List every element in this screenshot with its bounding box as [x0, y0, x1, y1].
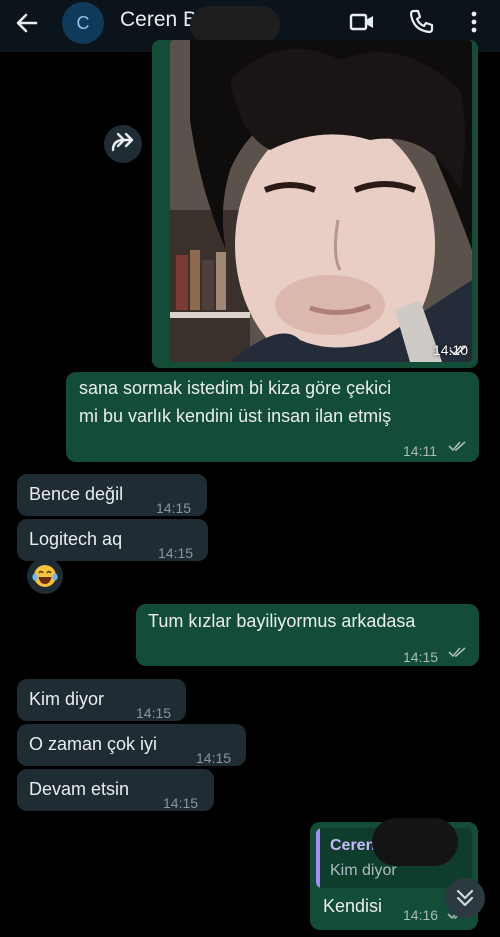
incoming-message[interactable]: O zaman çok iyi 14:15 [17, 724, 246, 766]
redaction-blot [372, 818, 458, 866]
shared-photo[interactable] [170, 40, 472, 362]
quoted-text: Kim diyor [330, 862, 397, 879]
message-timestamp: 14:15 [136, 705, 172, 721]
read-receipt-icon [449, 345, 467, 356]
avatar[interactable]: C [62, 2, 104, 44]
read-receipt-icon [448, 647, 466, 658]
redaction-blot [190, 6, 280, 44]
message-timestamp: 14:11 [403, 443, 437, 459]
message-text: Kendisi [323, 896, 383, 916]
message-timestamp: 14:16 [403, 907, 439, 923]
message-text: Kim diyor [29, 689, 105, 709]
contact-name[interactable]: Ceren B [120, 8, 197, 32]
read-receipt-icon [448, 441, 466, 452]
message-text: Tum kızlar bayiliyormus arkadasa [148, 611, 416, 631]
message-timestamp: 14:15 [403, 649, 439, 665]
reaction-emoji[interactable] [27, 558, 63, 594]
incoming-message[interactable]: Kim diyor 14:15 [17, 679, 186, 721]
forward-button[interactable] [104, 125, 142, 163]
forward-icon [111, 132, 134, 152]
message-text-line-1: sana sormak istedim bi kiza göre çekici [79, 378, 392, 398]
double-chevron-down-icon [456, 889, 474, 907]
message-timestamp: 14:15 [196, 750, 232, 766]
incoming-message[interactable]: Logitech aq 14:15 [17, 519, 208, 561]
back-arrow-icon[interactable] [12, 8, 42, 38]
message-timestamp: 14:15 [156, 500, 192, 516]
message-text: O zaman çok iyi [29, 734, 158, 754]
message-timestamp: 14:15 [158, 545, 194, 561]
more-vertical-icon[interactable] [460, 8, 488, 36]
quote-accent-bar [316, 828, 320, 888]
incoming-message[interactable]: Bence değil 14:15 [17, 474, 207, 516]
message-text-line-2: mi bu varlık kendini üst insan ilan etmi… [79, 406, 392, 426]
outgoing-message[interactable]: sana sormak istedim bi kiza göre çekici … [66, 372, 479, 462]
message-text: Devam etsin [29, 779, 130, 799]
phone-icon[interactable] [407, 8, 435, 36]
laughing-tears-emoji-icon [32, 565, 58, 587]
outgoing-message[interactable]: Tum kızlar bayiliyormus arkadasa 14:15 [136, 604, 479, 666]
message-text: Logitech aq [29, 529, 123, 549]
incoming-message[interactable]: Devam etsin 14:15 [17, 769, 214, 811]
video-call-icon[interactable] [348, 8, 376, 36]
scroll-to-bottom-button[interactable] [445, 878, 485, 918]
message-text: Bence değil [29, 484, 124, 504]
message-timestamp: 14:15 [163, 795, 199, 811]
